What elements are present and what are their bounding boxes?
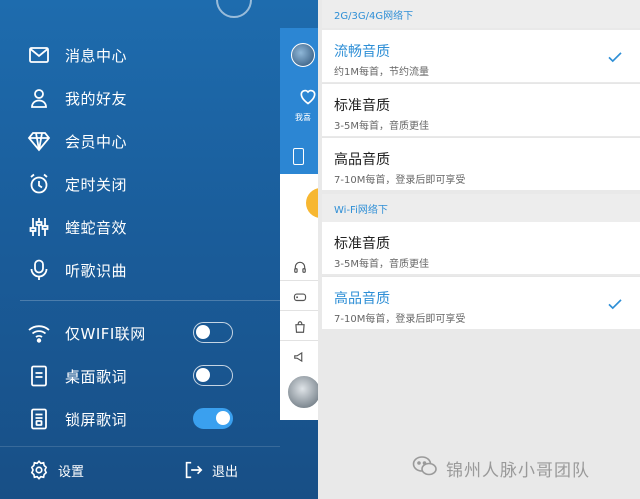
settings-button[interactable]: 设置 bbox=[28, 456, 84, 484]
toggle-label: 锁屏歌词 bbox=[65, 410, 128, 429]
phone-icon[interactable] bbox=[293, 148, 304, 165]
toggle-knob bbox=[196, 325, 210, 339]
lock-screen-lyrics-row: 锁屏歌词 bbox=[0, 399, 280, 439]
menu-item-label: 我的好友 bbox=[65, 89, 128, 108]
option-standard-quality-wifi[interactable]: 标准音质 3-5M每首，音质更佳 bbox=[322, 222, 640, 274]
avatar[interactable] bbox=[291, 43, 315, 67]
headphones-icon[interactable] bbox=[293, 260, 307, 274]
section-title: 2G/3G/4G网络下 bbox=[334, 11, 414, 22]
lock-lyrics-icon bbox=[27, 407, 51, 431]
section-header-wifi: Wi-Fi网络下 bbox=[322, 194, 640, 222]
settings-label: 设置 bbox=[58, 464, 85, 480]
toggle-label: 桌面歌词 bbox=[65, 367, 128, 386]
heart-icon[interactable] bbox=[298, 86, 318, 106]
option-smooth-quality[interactable]: 流畅音质 约1M每首，节约流量 bbox=[322, 30, 640, 82]
menu-item-vip[interactable]: 会员中心 bbox=[0, 121, 280, 161]
quality-settings-panel: 2G/3G/4G网络下 流畅音质 约1M每首，节约流量 标准音质 3-5M每首，… bbox=[322, 0, 640, 499]
bottom-divider bbox=[0, 446, 280, 447]
option-subtitle: 7-10M每首，登录后即可享受 bbox=[334, 175, 466, 186]
toggle-knob bbox=[196, 368, 210, 382]
peek-separator bbox=[280, 340, 318, 341]
main-panel-peek[interactable]: 我喜 bbox=[280, 28, 318, 420]
alarm-clock-icon bbox=[27, 172, 51, 196]
menu-item-label: 听歌识曲 bbox=[65, 261, 128, 280]
gear-icon bbox=[30, 460, 48, 480]
menu-item-label: 会员中心 bbox=[65, 132, 128, 151]
wifi-icon bbox=[27, 321, 51, 345]
option-title: 标准音质 bbox=[334, 98, 390, 114]
wechat-icon bbox=[412, 456, 437, 476]
section-title: Wi-Fi网络下 bbox=[334, 205, 388, 216]
peek-label: 我喜 bbox=[295, 113, 311, 122]
exit-button[interactable]: 退出 bbox=[182, 456, 238, 484]
toggle-knob bbox=[216, 411, 230, 425]
toggle-label: 仅WIFI联网 bbox=[65, 324, 146, 343]
option-subtitle: 7-10M每首，登录后即可享受 bbox=[334, 314, 466, 325]
gamepad-icon[interactable] bbox=[293, 290, 307, 304]
top-circle-button[interactable] bbox=[216, 0, 252, 18]
menu-item-messages[interactable]: 消息中心 bbox=[0, 35, 280, 75]
peek-separator bbox=[280, 310, 318, 311]
equalizer-icon bbox=[27, 215, 51, 239]
option-standard-quality-mobile[interactable]: 标准音质 3-5M每首，音质更佳 bbox=[322, 84, 640, 136]
menu-item-song-recognition[interactable]: 听歌识曲 bbox=[0, 250, 280, 290]
option-title: 高品音质 bbox=[334, 152, 390, 168]
shopping-bag-icon[interactable] bbox=[293, 320, 307, 334]
peek-separator bbox=[280, 280, 318, 281]
option-subtitle: 3-5M每首，音质更佳 bbox=[334, 121, 429, 132]
exit-icon bbox=[185, 461, 203, 479]
lock-screen-lyrics-toggle[interactable] bbox=[193, 408, 233, 429]
side-drawer: 消息中心 我的好友 会员中心 定时关闭 蝰蛇音效 听歌识曲 仅WIFI联网 桌面… bbox=[0, 0, 318, 499]
section-header-mobile: 2G/3G/4G网络下 bbox=[322, 0, 640, 28]
desktop-lyrics-toggle[interactable] bbox=[193, 365, 233, 386]
user-avatar[interactable] bbox=[286, 374, 318, 410]
option-high-quality-wifi[interactable]: 高品音质 7-10M每首，登录后即可享受 bbox=[322, 277, 640, 329]
option-subtitle: 约1M每首，节约流量 bbox=[334, 67, 429, 78]
menu-item-label: 消息中心 bbox=[65, 46, 128, 65]
yellow-circle[interactable] bbox=[306, 188, 318, 218]
option-subtitle: 3-5M每首，音质更佳 bbox=[334, 259, 429, 270]
option-title: 标准音质 bbox=[334, 236, 390, 252]
wifi-only-row: 仅WIFI联网 bbox=[0, 313, 280, 353]
menu-item-label: 定时关闭 bbox=[65, 175, 128, 194]
friends-icon bbox=[27, 86, 51, 110]
menu-item-label: 蝰蛇音效 bbox=[65, 218, 128, 237]
watermark-text: 锦州人脉小哥团队 bbox=[446, 461, 590, 481]
check-icon bbox=[608, 52, 622, 63]
desktop-lyrics-row: 桌面歌词 bbox=[0, 356, 280, 396]
option-title: 高品音质 bbox=[334, 291, 390, 307]
menu-item-sleep-timer[interactable]: 定时关闭 bbox=[0, 164, 280, 204]
menu-divider bbox=[20, 300, 280, 301]
exit-label: 退出 bbox=[212, 464, 239, 480]
check-icon bbox=[608, 299, 622, 310]
wifi-only-toggle[interactable] bbox=[193, 322, 233, 343]
mail-icon bbox=[27, 43, 51, 67]
lyrics-icon bbox=[27, 364, 51, 388]
option-high-quality-mobile[interactable]: 高品音质 7-10M每首，登录后即可享受 bbox=[322, 138, 640, 190]
megaphone-icon[interactable] bbox=[293, 350, 307, 364]
option-title: 流畅音质 bbox=[334, 44, 390, 60]
song-recognition-icon bbox=[27, 258, 51, 282]
menu-item-viper-sound[interactable]: 蝰蛇音效 bbox=[0, 207, 280, 247]
menu-item-friends[interactable]: 我的好友 bbox=[0, 78, 280, 118]
diamond-icon bbox=[27, 129, 51, 153]
